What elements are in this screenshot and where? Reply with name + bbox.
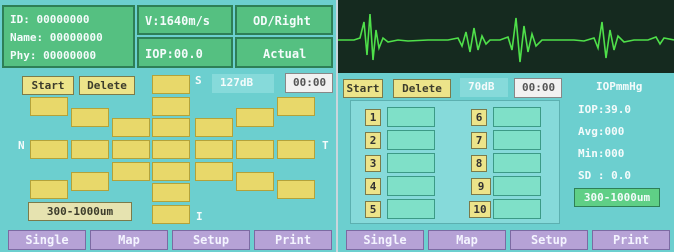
dir-temporal-label: T (322, 139, 329, 152)
tab-setup[interactable]: Setup (172, 230, 250, 250)
iop-unit-label: IOPmmHg (596, 80, 643, 93)
delete-button[interactable]: Delete (393, 79, 451, 98)
timer-display: 00:00 (285, 73, 333, 93)
tab-print[interactable]: Print (254, 230, 332, 250)
gain-display: 127dB (212, 74, 274, 93)
patient-info-box: ID: 00000000 Name: 00000000 Phy: 0000000… (2, 5, 135, 68)
sd-reading: SD : 0.0 (578, 169, 631, 182)
eye-value: OD/Right (253, 14, 311, 28)
timer-value: 00:00 (293, 76, 327, 89)
tab-map[interactable]: Map (90, 230, 168, 250)
map-cell[interactable] (152, 97, 190, 116)
measurement-slot[interactable] (387, 176, 435, 196)
measurement-slot[interactable] (493, 107, 541, 127)
map-cell[interactable] (30, 180, 68, 199)
gain-value: 127dB (220, 76, 254, 89)
map-cell[interactable] (195, 162, 233, 181)
map-cell[interactable] (277, 180, 315, 199)
map-cell[interactable] (152, 140, 190, 159)
slot-number: 7 (471, 132, 487, 149)
tab-single[interactable]: Single (8, 230, 86, 250)
velocity-value: V:1640m/s (145, 14, 211, 28)
timer-display: 00:00 (514, 78, 562, 98)
map-cell[interactable] (71, 140, 109, 159)
map-cell[interactable] (236, 108, 274, 127)
measurement-slot[interactable] (493, 153, 541, 173)
start-button[interactable]: Start (22, 76, 74, 95)
slot-number: 1 (365, 109, 381, 126)
slot-number: 6 (471, 109, 487, 126)
map-cell[interactable] (195, 118, 233, 137)
tab-single[interactable]: Single (346, 230, 424, 250)
map-cell[interactable] (152, 118, 190, 137)
slot-number: 10 (469, 201, 491, 218)
mode-value: Actual (263, 47, 307, 61)
slot-number: 4 (365, 178, 381, 195)
map-cell[interactable] (112, 162, 150, 181)
slot-number: 8 (471, 155, 487, 172)
min-reading: Min:000 (578, 147, 625, 160)
measurement-slot[interactable] (493, 130, 541, 150)
map-cell[interactable] (277, 97, 315, 116)
map-cell[interactable] (30, 140, 68, 159)
ultrasound-waveform (338, 13, 674, 63)
physician: Phy: 00000000 (10, 49, 97, 62)
map-cell[interactable] (277, 140, 315, 159)
map-cell[interactable] (112, 118, 150, 137)
map-cell[interactable] (152, 205, 190, 224)
left-screen: ID: 00000000 Name: 00000000 Phy: 0000000… (0, 0, 336, 252)
patient-id: ID: 00000000 (10, 13, 90, 26)
timer-value: 00:00 (522, 81, 556, 94)
tab-map[interactable]: Map (428, 230, 506, 250)
dir-nasal-label: N (18, 139, 25, 152)
start-button[interactable]: Start (343, 79, 383, 98)
right-screen: Start Delete 70dB 00:00 1 2 3 4 5 6 7 8 … (338, 0, 674, 252)
measurement-panel: 1 2 3 4 5 6 7 8 9 10 (350, 100, 560, 224)
slot-number: 9 (471, 178, 491, 195)
dir-superior-label: S (195, 74, 202, 87)
iop-reading: IOP:39.0 (578, 103, 631, 116)
map-cell[interactable] (152, 75, 190, 94)
dir-inferior-label: I (196, 210, 203, 223)
map-cell[interactable] (236, 140, 274, 159)
range-button[interactable]: 300-1000um (574, 188, 660, 207)
measurement-slot[interactable] (387, 199, 435, 219)
avg-reading: Avg:000 (578, 125, 625, 138)
range-button[interactable]: 300-1000um (28, 202, 132, 221)
gain-display: 70dB (460, 78, 508, 97)
iop-box: IOP:00.0 (137, 37, 233, 68)
gain-value: 70dB (468, 80, 495, 93)
map-cell[interactable] (71, 108, 109, 127)
tab-setup[interactable]: Setup (510, 230, 588, 250)
measurement-slot[interactable] (387, 107, 435, 127)
measurement-slot[interactable] (387, 130, 435, 150)
map-cell[interactable] (71, 172, 109, 191)
map-cell[interactable] (152, 162, 190, 181)
mode-box[interactable]: Actual (235, 37, 333, 68)
map-cell[interactable] (152, 183, 190, 202)
measurement-slot[interactable] (493, 199, 541, 219)
tab-print[interactable]: Print (592, 230, 670, 250)
slot-number: 3 (365, 155, 381, 172)
eye-select-box[interactable]: OD/Right (235, 5, 333, 35)
delete-button[interactable]: Delete (79, 76, 135, 95)
waveform-display (338, 0, 674, 73)
measurement-slot[interactable] (387, 153, 435, 173)
slot-number: 2 (365, 132, 381, 149)
patient-name: Name: 00000000 (10, 31, 103, 44)
map-cell[interactable] (112, 140, 150, 159)
slot-number: 5 (365, 201, 381, 218)
map-cell[interactable] (30, 97, 68, 116)
velocity-box[interactable]: V:1640m/s (137, 5, 233, 35)
map-cell[interactable] (195, 140, 233, 159)
measurement-slot[interactable] (493, 176, 541, 196)
iop-value: IOP:00.0 (145, 47, 203, 61)
map-cell[interactable] (236, 172, 274, 191)
